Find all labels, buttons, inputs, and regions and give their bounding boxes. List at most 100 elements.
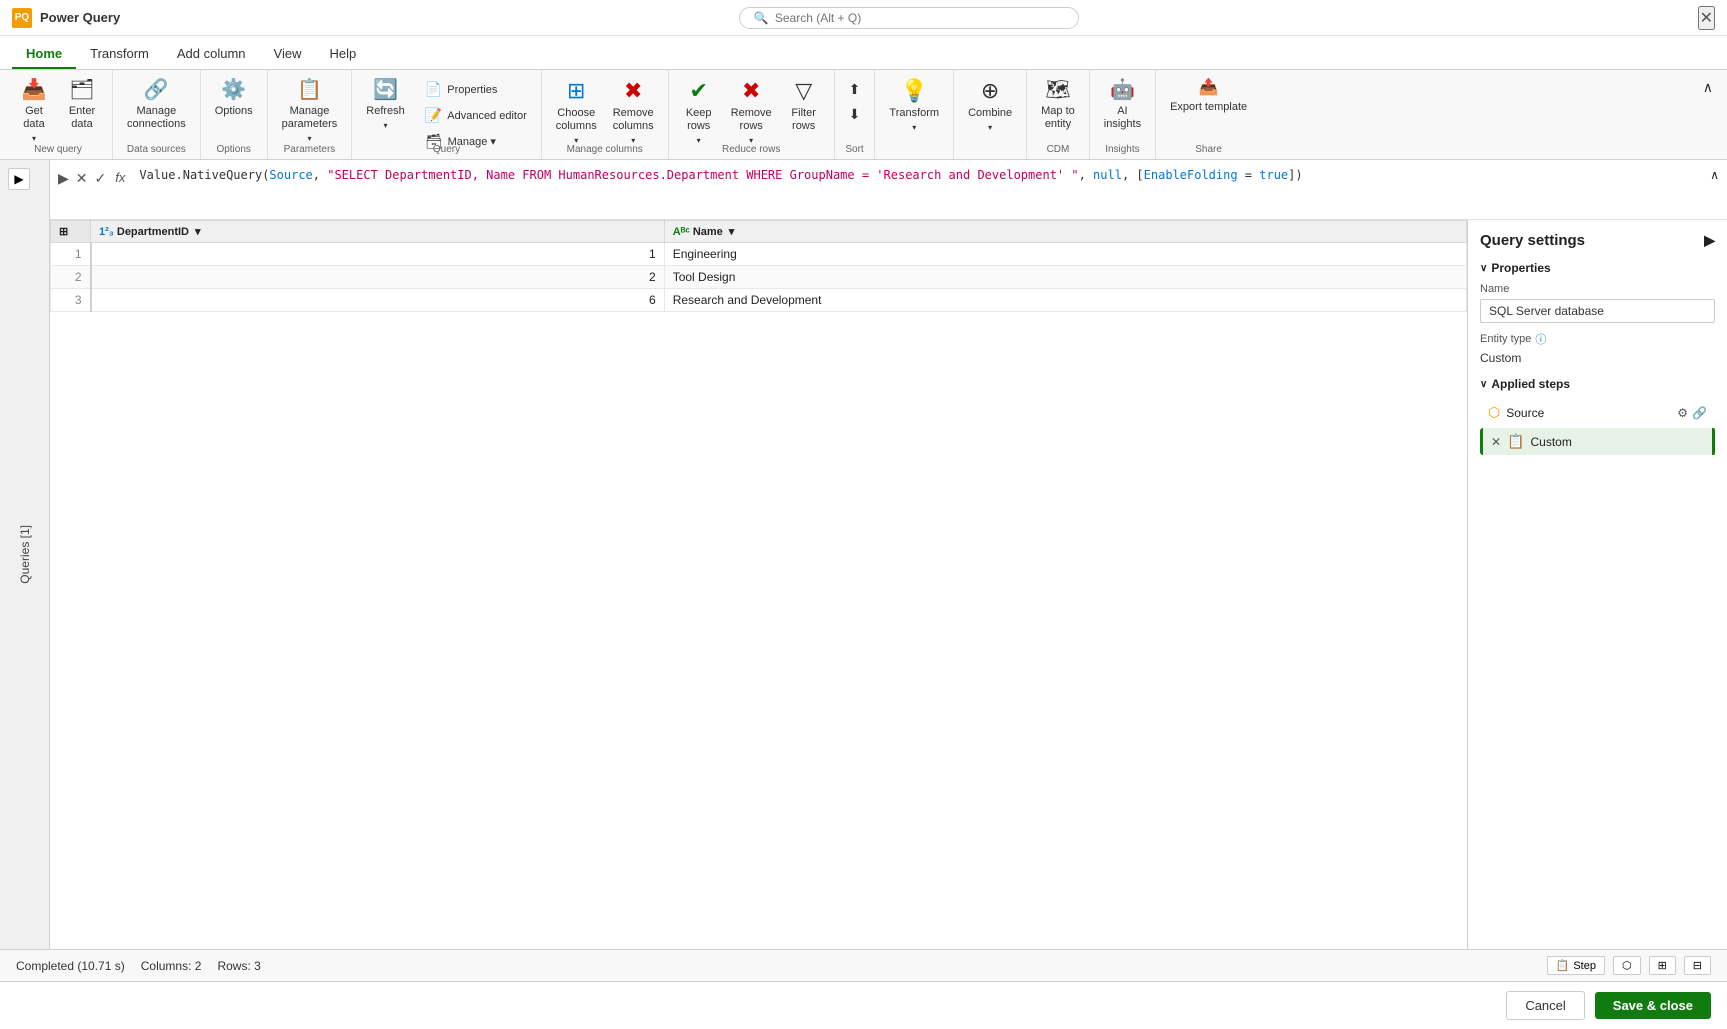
- tab-transform[interactable]: Transform: [76, 40, 163, 69]
- options-icon: ⚙️: [221, 80, 246, 100]
- manage-connections-icon: 🔗: [144, 80, 169, 100]
- cell-dept-id: 6: [91, 289, 665, 312]
- action-bar: Cancel Save & close: [0, 981, 1727, 1029]
- table-row[interactable]: 1 1 Engineering: [51, 243, 1467, 266]
- query-settings-panel: Query settings ▶ ∨ Properties Name Entit…: [1467, 220, 1727, 949]
- sort-desc-button[interactable]: ⬇: [843, 103, 867, 126]
- remove-rows-icon: ✖: [742, 80, 760, 102]
- rows-count: Rows: 3: [217, 959, 260, 973]
- formula-area: ▶ ✕ ✓ fx Value.NativeQuery(Source, "SELE…: [50, 160, 1727, 949]
- status-bar: Completed (10.71 s) Columns: 2 Rows: 3 📋…: [0, 949, 1727, 981]
- sort-asc-button[interactable]: ⬆: [843, 78, 867, 101]
- remove-rows-button[interactable]: ✖ Removerows ▾: [725, 76, 778, 146]
- formula-bar-controls: ▶ ✕ ✓ fx: [50, 160, 135, 219]
- export-template-button[interactable]: 📤 Export template: [1164, 76, 1253, 146]
- cancel-button[interactable]: Cancel: [1506, 991, 1584, 1020]
- filter-rows-button[interactable]: ▽ Filterrows: [782, 76, 826, 146]
- column-header-name[interactable]: Aᴮᶜ Name ▾: [664, 221, 1466, 243]
- map-to-entity-button[interactable]: 🗺 Map toentity: [1035, 76, 1081, 146]
- step-view-button[interactable]: 📋 Step: [1547, 956, 1605, 975]
- filter-rows-icon: ▽: [795, 80, 812, 102]
- keep-rows-button[interactable]: ✔ Keeprows ▾: [677, 76, 721, 146]
- column-caret-name[interactable]: ▾: [729, 225, 735, 238]
- properties-icon: 📄: [425, 81, 442, 98]
- applied-steps-header[interactable]: ∨ Applied steps: [1480, 377, 1715, 391]
- settings-expand-icon[interactable]: ▶: [1704, 232, 1715, 249]
- formula-fx-icon: fx: [111, 168, 129, 187]
- table-row[interactable]: 2 2 Tool Design: [51, 266, 1467, 289]
- table-view-button[interactable]: ⊞: [1649, 956, 1676, 975]
- diagram-view-button[interactable]: ⬡: [1613, 956, 1641, 975]
- transform-button[interactable]: 💡 Transform ▾: [883, 76, 945, 146]
- refresh-icon: 🔄: [373, 80, 398, 100]
- tab-help[interactable]: Help: [315, 40, 370, 69]
- manage-parameters-button[interactable]: 📋 Manageparameters ▾: [276, 76, 344, 146]
- queries-label[interactable]: Queries [1]: [18, 525, 32, 584]
- tab-home[interactable]: Home: [12, 40, 76, 69]
- step-custom[interactable]: ✕ 📋 Custom: [1480, 428, 1715, 455]
- combine-button[interactable]: ⊕ Combine ▾: [962, 76, 1018, 146]
- options-button[interactable]: ⚙️ Options: [209, 76, 259, 146]
- formula-bar-content: Value.NativeQuery(Source, "SELECT Depart…: [135, 160, 1702, 219]
- name-label: Name: [1480, 283, 1715, 295]
- formula-bar-collapse[interactable]: ∧: [1702, 160, 1727, 219]
- step-custom-x[interactable]: ✕: [1491, 435, 1501, 449]
- entity-type-label: Entity type ⓘ: [1480, 331, 1715, 347]
- entity-type-value: Custom: [1480, 351, 1715, 365]
- advanced-editor-button[interactable]: 📝 Advanced editor: [419, 104, 533, 127]
- diagram-view-icon: ⬡: [1622, 959, 1632, 972]
- formula-cancel-button[interactable]: ✕: [74, 168, 90, 189]
- table-grid-icon: ⊞: [59, 226, 68, 238]
- manage-connections-button[interactable]: 🔗 Manageconnections: [121, 76, 192, 146]
- row-number: 1: [51, 243, 91, 266]
- close-button[interactable]: ✕: [1698, 6, 1715, 30]
- tab-view[interactable]: View: [260, 40, 316, 69]
- properties-button[interactable]: 📄 Properties: [419, 78, 533, 101]
- remove-columns-button[interactable]: ✖ Removecolumns ▾: [607, 76, 660, 146]
- ribbon-group-cdm: 🗺 Map toentity CDM: [1027, 70, 1090, 159]
- formula-bar: ▶ ✕ ✓ fx Value.NativeQuery(Source, "SELE…: [50, 160, 1727, 220]
- type-icon-name: Aᴮᶜ: [673, 226, 690, 238]
- ai-insights-button[interactable]: 🤖 AIinsights: [1098, 76, 1147, 146]
- column-caret-dept-id[interactable]: ▾: [195, 225, 201, 238]
- status-left: Completed (10.71 s) Columns: 2 Rows: 3: [16, 959, 261, 973]
- get-data-button[interactable]: 📥 Getdata ▾: [12, 76, 56, 146]
- formula-accept-button[interactable]: ✓: [93, 168, 109, 189]
- ribbon: 📥 Getdata ▾ 🗂 Enterdata New query 🔗 Mana…: [0, 70, 1727, 160]
- table-row[interactable]: 3 6 Research and Development: [51, 289, 1467, 312]
- schema-view-button[interactable]: ⊟: [1684, 956, 1711, 975]
- step-source-delete-button[interactable]: 🔗: [1692, 406, 1707, 420]
- cell-dept-id: 1: [91, 243, 665, 266]
- tab-add-column[interactable]: Add column: [163, 40, 260, 69]
- formula-expand-button[interactable]: ▶: [56, 168, 71, 189]
- row-number: 2: [51, 266, 91, 289]
- ribbon-group-sort: ⬆ ⬇ Sort: [835, 70, 876, 159]
- search-input[interactable]: [775, 11, 1064, 25]
- ribbon-group-insights: 🤖 AIinsights Insights: [1090, 70, 1156, 159]
- ribbon-group-label-parameters: Parameters: [268, 144, 352, 155]
- save-close-button[interactable]: Save & close: [1595, 992, 1711, 1019]
- ribbon-group-label-data-sources: Data sources: [113, 144, 200, 155]
- enter-data-button[interactable]: 🗂 Enterdata: [60, 76, 104, 146]
- step-source[interactable]: ⬡ Source ⚙ 🔗: [1480, 399, 1715, 426]
- ribbon-group-options: ⚙️ Options Options: [201, 70, 268, 159]
- properties-chevron: ∨: [1480, 263, 1487, 274]
- step-custom-icon: 📋: [1507, 433, 1524, 450]
- app-title: Power Query: [40, 10, 120, 25]
- name-input[interactable]: [1480, 299, 1715, 323]
- cell-dept-id: 2: [91, 266, 665, 289]
- search-bar[interactable]: 🔍: [739, 7, 1079, 29]
- properties-section-header[interactable]: ∨ Properties: [1480, 261, 1715, 275]
- transform-icon: 💡: [901, 80, 928, 102]
- column-header-dept-id[interactable]: 1²₃ DepartmentID ▾: [91, 221, 665, 243]
- cell-name: Research and Development: [664, 289, 1466, 312]
- refresh-button[interactable]: 🔄 Refresh ▾: [360, 76, 411, 146]
- collapse-ribbon-button[interactable]: ∧: [1697, 76, 1719, 99]
- ribbon-group-reduce-rows: ✔ Keeprows ▾ ✖ Removerows ▾ ▽ Filterrows…: [669, 70, 835, 159]
- choose-columns-button[interactable]: ⊞ Choosecolumns ▾: [550, 76, 603, 146]
- row-number: 3: [51, 289, 91, 312]
- step-source-settings-button[interactable]: ⚙: [1677, 406, 1688, 420]
- column-label-name: Name: [693, 226, 723, 238]
- expand-queries-button[interactable]: ▶: [8, 168, 30, 190]
- step-view-icon: 📋: [1556, 959, 1570, 972]
